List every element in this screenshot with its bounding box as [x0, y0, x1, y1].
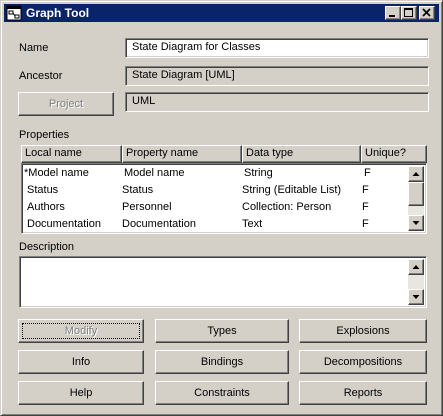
maximize-icon: [404, 8, 413, 17]
property-name-cell: Model name: [124, 167, 185, 179]
description-scrollbar[interactable]: [408, 259, 424, 305]
minimize-button[interactable]: [385, 6, 401, 20]
scroll-down-arrow-icon: [412, 221, 420, 225]
local-name-cell: Authors: [27, 201, 65, 213]
scroll-up-button[interactable]: [408, 259, 424, 275]
name-field[interactable]: State Diagram for Classes: [125, 38, 429, 58]
data-type-cell: Collection: Person: [242, 201, 332, 213]
scroll-down-button[interactable]: [408, 289, 424, 305]
table-row[interactable]: Status Status String (Editable List) F: [27, 182, 411, 199]
name-label: Name: [19, 42, 49, 54]
graph-tool-icon: [6, 5, 22, 21]
ancestor-label: Ancestor: [19, 70, 63, 82]
properties-scrollbar[interactable]: [408, 166, 424, 231]
properties-table: Local name Property name Data type Uniqu…: [21, 145, 427, 234]
scroll-up-button[interactable]: [408, 166, 424, 182]
explosions-button[interactable]: Explosions: [299, 319, 427, 343]
maximize-button[interactable]: [401, 6, 417, 20]
minimize-icon: [389, 15, 395, 17]
local-name-cell: Status: [27, 184, 59, 196]
property-name-cell: Personnel: [122, 201, 172, 213]
reports-button[interactable]: Reports: [299, 381, 427, 405]
table-row[interactable]: Authors Personnel Collection: Person F: [27, 199, 411, 216]
properties-label: Properties: [19, 129, 70, 141]
project-field: UML: [125, 92, 429, 112]
help-button[interactable]: Help: [18, 381, 144, 405]
property-name-cell: Status: [122, 184, 154, 196]
table-row[interactable]: *Model name Model name String F: [24, 165, 408, 182]
title-bar[interactable]: Graph Tool: [4, 4, 439, 22]
unique-cell: F: [362, 218, 369, 230]
scroll-up-arrow-icon: [412, 172, 420, 176]
unique-cell: F: [362, 201, 369, 213]
project-button[interactable]: Project: [18, 92, 114, 116]
decompositions-button[interactable]: Decompositions: [299, 350, 427, 374]
types-button[interactable]: Types: [155, 319, 289, 343]
info-button[interactable]: Info: [18, 350, 144, 374]
description-textarea[interactable]: [19, 256, 427, 308]
column-header-property-name[interactable]: Property name: [122, 145, 242, 163]
modify-button[interactable]: Modify: [18, 319, 144, 343]
constraints-button[interactable]: Constraints: [155, 381, 289, 405]
data-type-cell: String: [244, 167, 273, 179]
close-button[interactable]: [419, 6, 435, 20]
description-label: Description: [19, 241, 75, 253]
column-header-local-name[interactable]: Local name: [21, 145, 122, 163]
properties-list[interactable]: *Model name Model name String F Status S…: [21, 163, 427, 234]
property-name-cell: Documentation: [122, 218, 196, 230]
scroll-down-arrow-icon: [412, 295, 420, 299]
column-header-unique[interactable]: Unique?: [361, 145, 427, 163]
window-title: Graph Tool: [26, 6, 90, 20]
data-type-cell: String (Editable List): [242, 184, 342, 196]
scroll-down-button[interactable]: [408, 215, 424, 231]
column-header-data-type[interactable]: Data type: [242, 145, 361, 163]
unique-cell: F: [362, 184, 369, 196]
close-icon: [422, 8, 431, 17]
bindings-button[interactable]: Bindings: [155, 350, 289, 374]
local-name-cell: *Model name: [24, 167, 89, 179]
local-name-cell: Documentation: [27, 218, 101, 230]
unique-cell: F: [364, 167, 371, 179]
scroll-up-arrow-icon: [412, 265, 420, 269]
graph-tool-window: Graph Tool Name State Diagram for Classe…: [0, 0, 443, 416]
table-row[interactable]: Documentation Documentation Text F: [27, 216, 411, 233]
ancestor-field: State Diagram [UML]: [125, 66, 429, 86]
scroll-thumb[interactable]: [408, 182, 424, 206]
data-type-cell: Text: [242, 218, 263, 230]
